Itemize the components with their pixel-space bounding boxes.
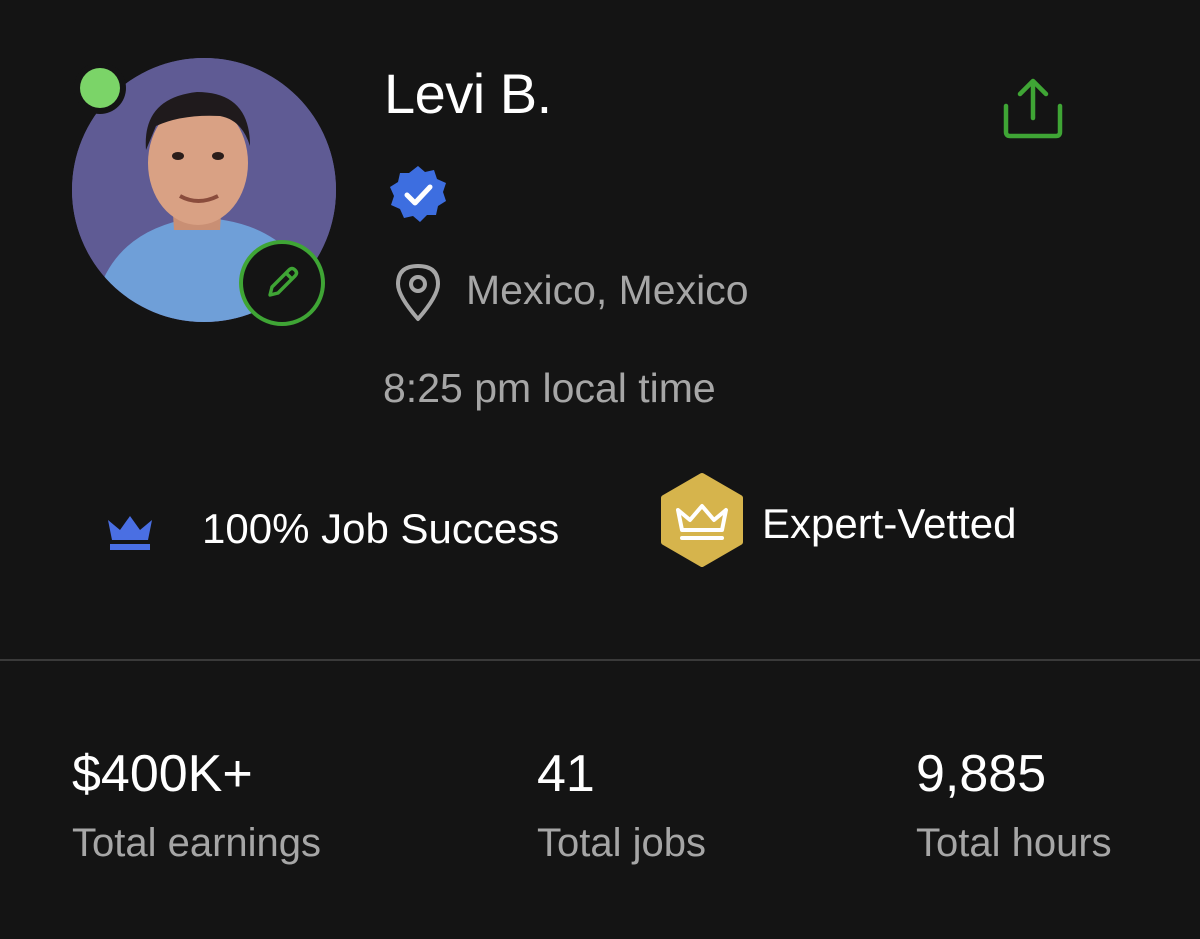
share-icon [1003, 78, 1063, 139]
verified-badge [388, 164, 448, 224]
stat-hours-label: Total hours [916, 821, 1112, 865]
stat-jobs-value: 41 [537, 745, 595, 803]
stat-earnings-label: Total earnings [72, 821, 322, 865]
edit-profile-photo-button[interactable] [239, 240, 325, 326]
expert-vetted-label: Expert-Vetted [762, 500, 1017, 547]
job-success-badge: 100% Job Success [202, 505, 560, 552]
share-button[interactable] [1000, 76, 1066, 142]
crown-icon [104, 512, 156, 552]
online-status-dot [80, 68, 120, 108]
local-time-text: 8:25 pm local time [383, 365, 716, 411]
location-text: Mexico, Mexico [466, 267, 749, 313]
expert-vetted-badge-icon [656, 472, 748, 568]
stat-hours-value: 9,885 [916, 745, 1047, 803]
map-pin-icon [394, 262, 442, 322]
stat-earnings-value: $400K+ [72, 745, 253, 803]
verified-check-icon [390, 166, 446, 222]
stat-jobs-label: Total jobs [537, 821, 706, 865]
pencil-icon [268, 266, 299, 297]
profile-name: Levi B. [384, 62, 552, 125]
section-divider [0, 659, 1200, 661]
